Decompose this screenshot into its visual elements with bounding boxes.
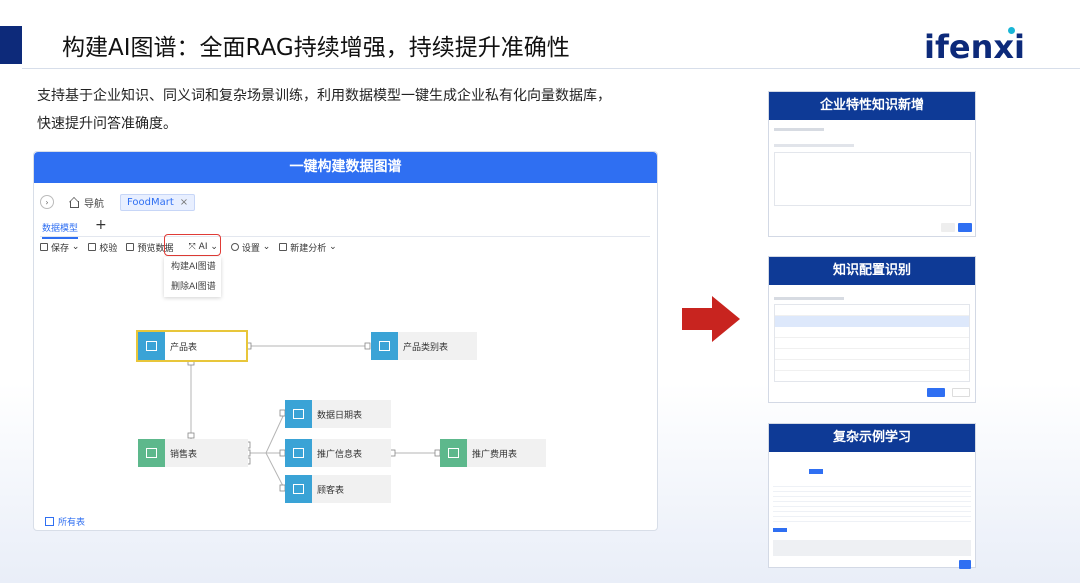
confirm-button[interactable] [958,223,972,232]
examples-table [773,482,971,522]
list-item[interactable] [775,338,969,349]
node-date-label: 数据日期表 [317,410,363,421]
panel-icon [45,517,54,526]
panel-complex-examples: 复杂示例学习 [768,423,976,569]
panel-title: 知识配置识别 [769,257,975,285]
panel-knowledge-config: 知识配置识别 [768,256,976,403]
node-promo-label: 推广信息表 [317,449,363,460]
list-item[interactable] [775,305,969,316]
node-sales[interactable]: 销售表 [138,439,248,467]
logo-dot [1008,27,1015,34]
graph-builder-window: 一键构建数据图谱 › 导航 FoodMart × 数据模型 + 保存 ⌄ 校验 预… [33,151,658,531]
list-item[interactable] [775,349,969,360]
node-sales-label: 销售表 [170,449,198,460]
cancel-button[interactable] [941,223,955,232]
confirm-button[interactable] [959,560,971,569]
table-icon [371,332,398,360]
list-item[interactable] [775,327,969,338]
code-editor[interactable] [773,540,971,556]
node-promo-cost[interactable]: 推广费用表 [440,439,546,467]
description-line-2: 快速提升问答准确度。 [37,116,177,132]
table-icon [138,332,165,360]
table-icon [285,400,312,428]
table-icon [138,439,165,467]
confirm-button[interactable] [927,388,945,397]
node-promo-cost-label: 推广费用表 [472,449,518,460]
slide-title: 构建AI图谱：全面RAG持续增强，持续提升准确性 [62,35,570,61]
all-tables-label: 所有表 [58,518,86,528]
table-icon [285,439,312,467]
table-icon [440,439,467,467]
node-category[interactable]: 产品类别表 [371,332,477,360]
list-item[interactable] [775,316,969,327]
node-customer-label: 顾客表 [317,485,345,496]
title-divider [22,68,1080,69]
options-list[interactable] [774,304,970,382]
flow-arrow-icon [682,296,740,342]
knowledge-textarea[interactable] [774,152,971,206]
tab-active[interactable] [809,469,823,474]
panel-title: 企业特性知识新增 [769,92,975,120]
node-category-label: 产品类别表 [403,342,449,353]
table-icon [285,475,312,503]
title-accent-bar [0,26,22,64]
cancel-button[interactable] [952,388,970,397]
form-label [774,128,824,131]
node-promo[interactable]: 推广信息表 [285,439,391,467]
all-tables-button[interactable]: 所有表 [45,515,85,528]
list-caption [774,297,844,300]
list-item[interactable] [775,371,969,382]
node-customer[interactable]: 顾客表 [285,475,391,503]
form-hint [774,144,854,147]
node-date[interactable]: 数据日期表 [285,400,391,428]
node-product-label: 产品表 [170,342,198,353]
panel-title: 复杂示例学习 [769,424,975,452]
node-product[interactable]: 产品表 [136,330,248,362]
panel-knowledge-add: 企业特性知识新增 [768,91,976,237]
add-button[interactable] [773,528,787,532]
list-item[interactable] [775,360,969,371]
description-line-1: 支持基于企业知识、同义词和复杂场景训练，利用数据模型一键生成企业私有化向量数据库… [37,88,611,104]
slide-description: 支持基于企业知识、同义词和复杂场景训练，利用数据模型一键生成企业私有化向量数据库… [37,82,717,138]
